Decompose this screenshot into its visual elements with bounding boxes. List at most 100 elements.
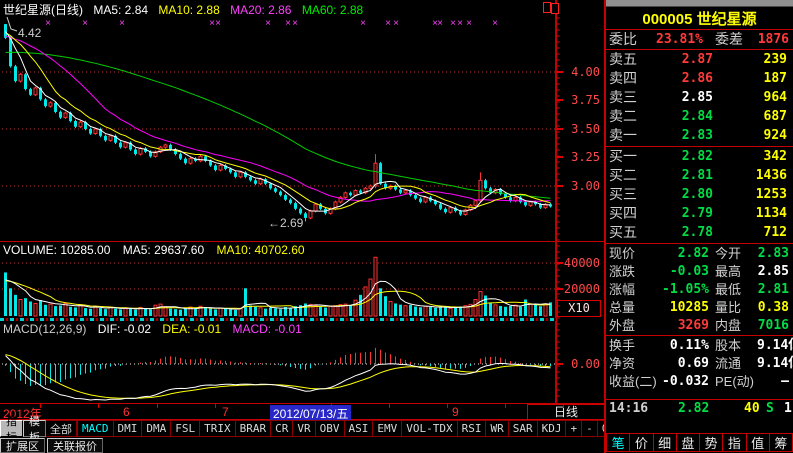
price-axis-label: 3.75	[558, 93, 600, 107]
volume-axis-label: 40000	[558, 256, 600, 270]
bid-row-price: 2.78	[651, 223, 713, 242]
svg-text:×: ×	[457, 18, 463, 29]
ask-row[interactable]: 卖二2.84687	[606, 107, 793, 126]
bid-row-price: 2.80	[651, 185, 713, 204]
candlestick-chart-canvas[interactable]: ×××××××××××××××××	[0, 0, 605, 403]
quote-tab-笔[interactable]: 笔	[606, 433, 630, 452]
zoom-in-button[interactable]: +	[566, 420, 582, 437]
quote-tab-细[interactable]: 细	[654, 433, 677, 452]
bid-row[interactable]: 买二2.811436	[606, 166, 793, 185]
info-value: 0.69	[655, 355, 709, 373]
bid-row[interactable]: 买一2.82342	[606, 147, 793, 166]
template-button[interactable]: 模板	[23, 420, 46, 437]
indicator-tab-asi[interactable]: ASI	[345, 420, 374, 437]
info-value: 2.83	[757, 245, 789, 263]
zoom-out-button[interactable]: -	[582, 420, 598, 437]
weibi-label: 委比	[609, 31, 641, 48]
indicator-tab-wr[interactable]: WR	[486, 420, 508, 437]
x-axis-tick	[389, 404, 390, 408]
info-value: 2.81	[757, 281, 789, 299]
indicator-tabs: MACDDMIDMAFSLTRIXBRARCRVROBVASIEMVVOL-TD…	[77, 420, 566, 437]
expand-area-button[interactable]: 扩展区	[0, 438, 45, 453]
info-label: 现价	[609, 245, 655, 263]
period-selector[interactable]: 日线	[527, 404, 605, 420]
volume-ma5: MA5: 29637.60	[123, 243, 204, 257]
info-value: 9.14亿	[757, 337, 793, 355]
all-button[interactable]: 全部	[46, 420, 77, 437]
indicator-tab-kdj[interactable]: KDJ	[538, 420, 567, 437]
bid-row-volume: 1436	[713, 166, 787, 185]
indicator-tab-sar[interactable]: SAR	[509, 420, 538, 437]
linked-quotes-button[interactable]: 关联报价	[47, 438, 103, 453]
x-axis-tick	[98, 404, 99, 408]
quote-tab-势[interactable]: 势	[700, 433, 723, 452]
pane-divider	[0, 241, 605, 242]
svg-text:×: ×	[45, 18, 51, 29]
tick-direction: S	[766, 401, 774, 416]
stock-name: 世纪星源	[697, 11, 757, 28]
indicator-tab-vol-tdx[interactable]: VOL-TDX	[402, 420, 457, 437]
indicator-button[interactable]: 指标	[0, 420, 23, 437]
quote-tab-价[interactable]: 价	[630, 433, 653, 452]
ask-row-price: 2.83	[651, 126, 713, 145]
x-axis-tick	[505, 404, 506, 408]
ask-row[interactable]: 卖一2.83924	[606, 126, 793, 145]
info-value: 7016	[757, 317, 789, 335]
volume-header: VOLUME: 10285.00 MA5: 29637.60 MA10: 407…	[3, 243, 314, 257]
info-value: 2.85	[757, 263, 789, 281]
indicator-tab-brar[interactable]: BRAR	[236, 420, 272, 437]
tick-volume: 40	[744, 401, 760, 416]
bid-row-price: 2.81	[651, 166, 713, 185]
indicator-tab-macd[interactable]: MACD	[77, 420, 114, 437]
ask-row-volume: 964	[713, 88, 787, 107]
info-value: 0.11%	[655, 337, 709, 355]
bid-row-price: 2.82	[651, 147, 713, 166]
indicator-tab-trix[interactable]: TRIX	[200, 420, 236, 437]
indicator-tab-vr[interactable]: VR	[293, 420, 315, 437]
panel-divider-line	[606, 335, 793, 336]
info-row: 净资0.69流通9.14亿	[606, 355, 793, 373]
ask-row[interactable]: 卖三2.85964	[606, 88, 793, 107]
window-restore-icon[interactable]	[543, 2, 559, 13]
info-value: 9.14亿	[757, 355, 793, 373]
info-row: 现价2.82今开2.83	[606, 245, 793, 263]
chart-title: 世纪星源(日线)	[3, 3, 83, 17]
macd-title: MACD(12,26,9)	[3, 322, 86, 336]
quote-tab-盘[interactable]: 盘	[677, 433, 700, 452]
panel-divider-line	[606, 399, 793, 400]
panel-divider-line	[606, 243, 793, 244]
info-value: -1.05%	[655, 281, 709, 299]
info-value: 3269	[655, 317, 709, 335]
indicator-tab-dmi[interactable]: DMI	[114, 420, 143, 437]
dif-value: DIF: -0.02	[98, 322, 151, 336]
chart-header: 世纪星源(日线) MA5: 2.84 MA10: 2.88 MA20: 2.86…	[3, 1, 370, 18]
quote-tab-指[interactable]: 指	[723, 433, 746, 452]
bid-row[interactable]: 买四2.791134	[606, 204, 793, 223]
bid-row-volume: 712	[713, 223, 787, 242]
indicator-tab-cr[interactable]: CR	[271, 420, 293, 437]
info-row: 外盘3269内盘7016	[606, 317, 793, 335]
weicha-value: 1876	[743, 31, 789, 48]
ask-row-label: 卖五	[609, 50, 651, 69]
quote-tab-值[interactable]: 值	[747, 433, 770, 452]
svg-text:×: ×	[385, 18, 391, 29]
indicator-tab-emv[interactable]: EMV	[373, 420, 402, 437]
ask-row[interactable]: 卖五2.87239	[606, 50, 793, 69]
chart-region: ××××××××××××××××× 世纪星源(日线) MA5: 2.84 MA1…	[0, 0, 605, 453]
indicator-tab-dma[interactable]: DMA	[142, 420, 171, 437]
ask-row-label: 卖二	[609, 107, 651, 126]
ask-row[interactable]: 卖四2.86187	[606, 69, 793, 88]
stock-title: 000005 世纪星源	[606, 8, 793, 29]
x-axis-tick	[331, 404, 332, 408]
info-value: –	[757, 373, 789, 391]
indicator-tab-rsi[interactable]: RSI	[458, 420, 487, 437]
bid-row[interactable]: 买五2.78712	[606, 223, 793, 242]
quote-tab-筹[interactable]: 筹	[770, 433, 793, 452]
indicator-tab-fsl[interactable]: FSL	[171, 420, 200, 437]
indicator-tab-obv[interactable]: OBV	[316, 420, 345, 437]
svg-text:×: ×	[360, 18, 366, 29]
info-label: 今开	[709, 245, 757, 263]
bid-row[interactable]: 买三2.801253	[606, 185, 793, 204]
time-axis: 日线 2012年672012/07/13/五9	[0, 404, 605, 420]
info-row: 总量10285量比0.38	[606, 299, 793, 317]
